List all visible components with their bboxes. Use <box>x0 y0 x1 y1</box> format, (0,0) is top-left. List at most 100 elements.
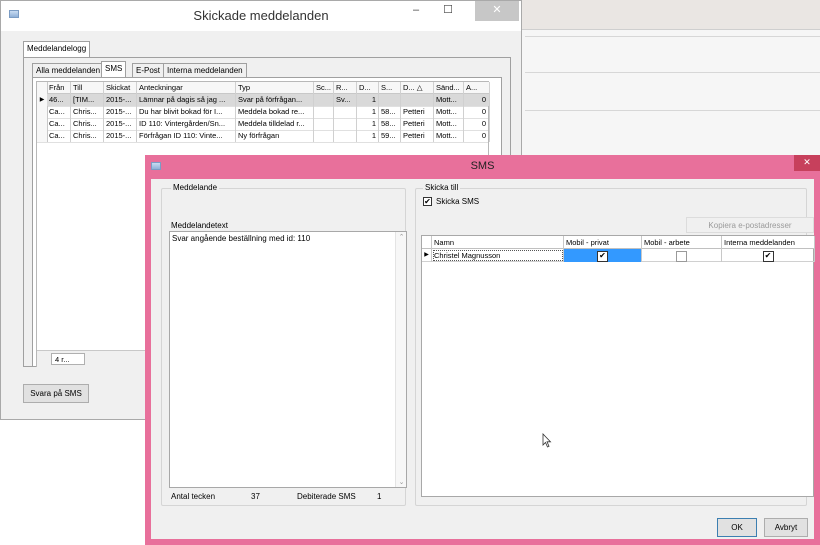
cell-to: [TIM... <box>71 94 104 106</box>
cell-notes: Förfrågan ID 110: Vinte... <box>137 130 236 142</box>
cell-a: 0 <box>464 118 490 130</box>
cell-sender: Mott... <box>434 106 464 118</box>
cell-notes: ID 110: Vintergården/Sn... <box>137 118 236 130</box>
cell-r <box>334 106 357 118</box>
mobile-private-checkbox-cell[interactable]: ✔ <box>564 249 642 262</box>
scroll-down-icon[interactable]: ⌄ <box>396 478 407 486</box>
tab-email[interactable]: E-Post <box>132 63 165 77</box>
column-header-sender[interactable]: Sänd... <box>434 82 464 94</box>
column-header-mobile-work[interactable]: Mobil - arbete <box>642 236 722 249</box>
cell-type: Ny förfrågan <box>236 130 314 142</box>
column-header-to[interactable]: Till <box>71 82 104 94</box>
background-divider <box>525 36 820 37</box>
cell-d: 1 <box>357 106 379 118</box>
background-divider <box>525 72 820 73</box>
background-divider <box>525 110 820 111</box>
tab-message-log[interactable]: Meddelandelogg <box>23 41 91 57</box>
column-header-from[interactable]: Från <box>47 82 71 94</box>
cell-type: Meddela bokad re... <box>236 106 314 118</box>
send-to-group-label: Skicka till <box>423 183 461 192</box>
grid-header: Från Till Skickat Anteckningar Typ Sc...… <box>37 82 490 94</box>
copy-email-addresses-button[interactable]: Kopiera e-postadresser <box>686 217 814 233</box>
close-button[interactable]: ✕ <box>475 1 519 21</box>
maximize-button[interactable]: ☐ <box>433 1 463 21</box>
cell-to: Chris... <box>71 118 104 130</box>
recipients-grid[interactable]: Namn Mobil - privat Mobil - arbete Inter… <box>421 235 815 497</box>
cell-sender: Mott... <box>434 94 464 106</box>
cell-from: Ca... <box>47 106 71 118</box>
mobile-work-checkbox-cell[interactable] <box>642 249 722 262</box>
cell-type: Svar på förfrågan... <box>236 94 314 106</box>
cell-r <box>334 118 357 130</box>
cell-sc <box>314 130 334 142</box>
column-header-r[interactable]: R... <box>334 82 357 94</box>
cell-r: Sv... <box>334 94 357 106</box>
cell-type: Meddela tilldelad r... <box>236 118 314 130</box>
cell-sender: Mott... <box>434 118 464 130</box>
cell-from: 46... <box>47 94 71 106</box>
row-count-label: 4 r... <box>51 353 85 365</box>
cancel-button[interactable]: Avbryt <box>764 518 808 537</box>
textarea-scrollbar[interactable]: ⌃ ⌄ <box>395 232 406 487</box>
row-indicator-icon: ▶ <box>422 249 432 262</box>
cell-from: Ca... <box>47 118 71 130</box>
cell-d: 1 <box>357 130 379 142</box>
cell-s <box>379 94 401 106</box>
column-header-name[interactable]: Namn <box>432 236 564 249</box>
cell-d: 1 <box>357 94 379 106</box>
tab-all-messages[interactable]: Alla meddelanden <box>32 63 105 77</box>
cell-sent: 2015-... <box>104 130 137 142</box>
internal-messages-checkbox-cell[interactable]: ✔ <box>722 249 815 262</box>
message-textarea[interactable]: Svar angående beställning med id: 110 ⌃ … <box>169 231 407 488</box>
billed-sms-label: Debiterade SMS <box>297 492 356 501</box>
cell-sent: 2015-... <box>104 94 137 106</box>
cell-notes: Du har blivit bokad för I... <box>137 106 236 118</box>
column-header-type[interactable]: Typ <box>236 82 314 94</box>
ok-button[interactable]: OK <box>717 518 757 537</box>
grid-corner <box>422 236 432 249</box>
cell-to: Chris... <box>71 106 104 118</box>
table-row[interactable]: Ca... Chris... 2015-... Förfrågan ID 110… <box>37 130 490 143</box>
cell-a: 0 <box>464 130 490 142</box>
cell-notes: Lämnar på dagis så jag ... <box>137 94 236 106</box>
column-header-d-sorted[interactable]: D... △ <box>401 82 434 94</box>
mobile-private-checkbox[interactable]: ✔ <box>597 251 608 262</box>
cell-s: 58... <box>379 106 401 118</box>
message-text-label: Meddelandetext <box>171 221 228 230</box>
char-count-value: 37 <box>251 492 260 501</box>
send-sms-checkbox[interactable]: ✔ <box>423 197 432 206</box>
cell-d-sorted: Petteri <box>401 106 434 118</box>
reply-sms-button[interactable]: Svara på SMS <box>23 384 89 403</box>
cell-d: 1 <box>357 118 379 130</box>
char-count-label: Antal tecken <box>171 492 216 501</box>
table-row[interactable]: ▶ Christel Magnusson ✔ ✔ <box>422 249 815 262</box>
cell-sent: 2015-... <box>104 118 137 130</box>
tab-internal-messages[interactable]: Interna meddelanden <box>163 63 247 77</box>
close-button[interactable]: ✕ <box>794 155 820 171</box>
background-app-header <box>515 0 820 30</box>
column-header-d[interactable]: D... <box>357 82 379 94</box>
billed-sms-value: 1 <box>377 492 382 501</box>
column-header-notes[interactable]: Anteckningar <box>137 82 236 94</box>
column-header-sent[interactable]: Skickat <box>104 82 137 94</box>
tab-sms[interactable]: SMS <box>101 61 127 77</box>
cell-d-sorted: Petteri <box>401 118 434 130</box>
cell-sender: Mott... <box>434 130 464 142</box>
sms-dialog: SMS ✕ Meddelande Meddelandetext Svar ang… <box>145 155 820 545</box>
cell-s: 59... <box>379 130 401 142</box>
column-header-s[interactable]: S... <box>379 82 401 94</box>
column-header-mobile-private[interactable]: Mobil - privat <box>564 236 642 249</box>
column-header-sc[interactable]: Sc... <box>314 82 334 94</box>
column-header-internal-messages[interactable]: Interna meddelanden <box>722 236 815 249</box>
cell-a: 0 <box>464 94 490 106</box>
mobile-work-checkbox[interactable] <box>676 251 687 262</box>
recipients-grid-header: Namn Mobil - privat Mobil - arbete Inter… <box>422 236 815 249</box>
mouse-cursor-icon <box>542 433 552 448</box>
recipient-name[interactable]: Christel Magnusson <box>432 249 564 262</box>
column-header-a[interactable]: A... <box>464 82 490 94</box>
scroll-up-icon[interactable]: ⌃ <box>396 233 407 241</box>
cell-sc <box>314 118 334 130</box>
minimize-button[interactable]: – <box>401 1 431 21</box>
internal-messages-checkbox[interactable]: ✔ <box>762 251 774 262</box>
message-text: Svar angående beställning med id: 110 <box>172 234 311 243</box>
